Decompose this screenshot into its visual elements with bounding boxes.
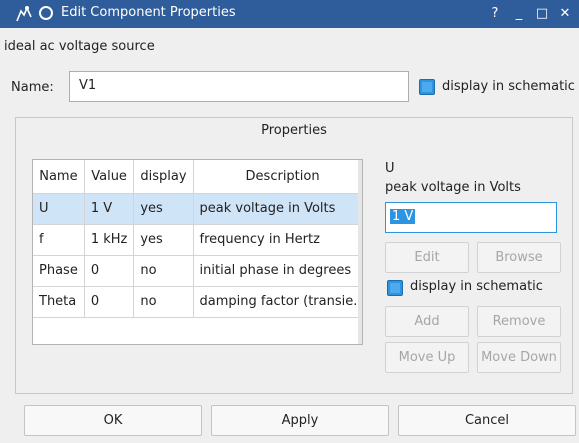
cell-name: Theta <box>33 286 85 318</box>
minimize-button[interactable]: _ <box>510 4 528 24</box>
remove-button[interactable]: Remove <box>477 306 561 337</box>
ok-button[interactable]: OK <box>24 405 202 436</box>
cell-value: 1 V <box>84 193 135 225</box>
window-title: Edit Component Properties <box>61 5 236 20</box>
cell-name: Phase <box>33 255 85 287</box>
move-up-button[interactable]: Move Up <box>385 342 469 373</box>
cell-value: 0 <box>84 286 135 318</box>
name-input[interactable]: V1 <box>69 71 409 102</box>
table-row[interactable]: Phase 0 no initial phase in degrees <box>33 255 362 287</box>
apply-button[interactable]: Apply <box>211 405 389 436</box>
properties-group-title: Properties <box>261 123 327 138</box>
pin-icon[interactable] <box>39 6 53 20</box>
properties-table[interactable]: Name Value display Description U 1 V yes… <box>32 159 363 345</box>
table-row[interactable]: Theta 0 no damping factor (transie... <box>33 286 362 318</box>
properties-group: Properties Name Value display Descriptio… <box>15 117 573 394</box>
cell-description: peak voltage in Volts <box>193 193 362 225</box>
cell-display: no <box>133 255 194 287</box>
cell-name: f <box>33 224 85 256</box>
cell-description: frequency in Hertz <box>193 224 362 256</box>
selected-property-description: peak voltage in Volts <box>385 180 521 195</box>
property-value-text: 1 V <box>390 209 416 224</box>
cancel-button[interactable]: Cancel <box>398 405 576 436</box>
column-header-name[interactable]: Name <box>33 160 85 194</box>
cell-value: 0 <box>84 255 135 287</box>
cell-value: 1 kHz <box>84 224 135 256</box>
close-button[interactable]: ✕ <box>556 4 574 24</box>
move-down-button[interactable]: Move Down <box>477 342 561 373</box>
browse-button[interactable]: Browse <box>477 242 561 273</box>
maximize-button[interactable]: □ <box>533 4 551 24</box>
table-row[interactable]: f 1 kHz yes frequency in Hertz <box>33 224 362 256</box>
cell-display: yes <box>133 224 194 256</box>
table-scrollbar[interactable] <box>358 160 362 344</box>
cell-name: U <box>33 193 85 225</box>
help-button[interactable]: ? <box>486 4 504 24</box>
name-label: Name: <box>11 80 54 95</box>
property-display-checkbox[interactable] <box>387 280 403 296</box>
add-button[interactable]: Add <box>385 306 469 337</box>
selected-property-name: U <box>385 161 395 176</box>
column-header-display[interactable]: display <box>133 160 194 194</box>
property-display-label: display in schematic <box>410 279 543 294</box>
display-in-schematic-checkbox[interactable] <box>419 79 435 95</box>
table-row[interactable]: U 1 V yes peak voltage in Volts <box>33 193 362 225</box>
title-bar: Edit Component Properties ? _ □ ✕ <box>0 0 579 28</box>
cell-description: damping factor (transie... <box>193 286 362 318</box>
property-value-input[interactable]: 1 V <box>385 202 557 233</box>
cell-description: initial phase in degrees <box>193 255 362 287</box>
edit-button[interactable]: Edit <box>385 242 469 273</box>
component-description: ideal ac voltage source <box>4 39 155 54</box>
display-in-schematic-label: display in schematic <box>442 79 575 94</box>
app-icon <box>16 6 32 22</box>
column-header-value[interactable]: Value <box>84 160 135 194</box>
cell-display: yes <box>133 193 194 225</box>
cell-display: no <box>133 286 194 318</box>
column-header-description[interactable]: Description <box>193 160 362 194</box>
